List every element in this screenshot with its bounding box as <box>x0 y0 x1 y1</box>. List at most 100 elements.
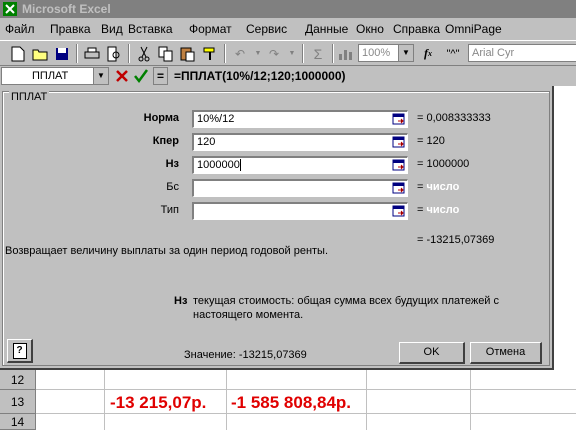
redo-icon[interactable]: ↷ <box>264 44 284 63</box>
quote-button[interactable]: "^" <box>440 44 466 63</box>
menu-file[interactable]: Файл <box>5 22 35 36</box>
row-header-14[interactable]: 14 <box>0 414 36 430</box>
font-select[interactable]: Arial Cyr <box>468 44 576 62</box>
row-header-12[interactable]: 12 <box>0 370 36 390</box>
toolbar-separator <box>332 44 334 63</box>
formula-result: = -13215,07369 <box>417 234 495 246</box>
pv-input[interactable]: 1000000 <box>192 156 408 174</box>
chevron-down-icon[interactable]: ▼ <box>93 68 108 84</box>
open-folder-icon[interactable] <box>30 44 50 63</box>
fv-input[interactable] <box>192 179 408 197</box>
edit-formula-button[interactable]: = <box>153 67 168 85</box>
arg-label-pv: Нз <box>165 158 179 170</box>
excel-app-icon <box>3 2 17 16</box>
function-arguments-dialog: ППЛАТ Норма 10%/12 = 0,008333333 Кпер 12… <box>0 86 554 370</box>
formula-bar: ППЛАТ ▼ = =ППЛАТ(10%/12;120;1000000) <box>0 66 576 86</box>
new-document-icon[interactable] <box>8 44 28 63</box>
menu-format[interactable]: Формат <box>189 22 232 36</box>
menu-edit[interactable]: Правка <box>50 22 91 36</box>
function-wizard-icon[interactable]: fx <box>418 44 438 63</box>
gridline <box>470 370 471 430</box>
function-description: Возвращает величину выплаты за один пери… <box>5 245 329 257</box>
fv-result: = число <box>417 181 459 193</box>
cancel-button[interactable]: Отмена <box>470 342 542 364</box>
rate-result: = 0,008333333 <box>417 112 491 124</box>
menu-data[interactable]: Данные <box>305 22 348 36</box>
nper-value: 120 <box>197 136 216 148</box>
arg-label-nper: Кпер <box>152 135 179 147</box>
pv-value: 1000000 <box>197 159 240 171</box>
formula-value-label: Значение: -13215,07369 <box>184 349 307 361</box>
arg-label-type: Тип <box>160 204 179 216</box>
type-input[interactable] <box>192 202 408 220</box>
menu-help[interactable]: Справка <box>393 22 440 36</box>
menu-bar: Файл Правка Вид Вставка Формат Сервис Да… <box>0 18 576 40</box>
print-icon[interactable] <box>82 44 102 63</box>
fv-result-word: число <box>426 181 460 193</box>
fv-result-eq: = <box>417 181 424 193</box>
gridline <box>104 370 105 430</box>
rate-value: 10%/12 <box>197 113 235 125</box>
type-result-eq: = <box>417 204 424 216</box>
ok-button[interactable]: OK <box>399 342 465 364</box>
arg-help-text-line1: текущая стоимость: общая сумма всех буду… <box>193 295 500 307</box>
collapse-dialog-icon[interactable] <box>392 136 406 149</box>
collapse-dialog-icon[interactable] <box>392 159 406 172</box>
toolbar-separator <box>128 44 130 63</box>
undo-icon[interactable]: ↶ <box>230 44 250 63</box>
collapse-dialog-icon[interactable] <box>392 182 406 195</box>
arg-help-text-line2: настоящего момента. <box>193 309 304 321</box>
help-icon: ? <box>12 343 27 359</box>
nper-input[interactable]: 120 <box>192 133 408 151</box>
arg-label-fv: Бс <box>166 181 179 193</box>
font-value: Arial Cyr <box>472 47 515 59</box>
worksheet: 12 13 14 -13 215,07р. -1 585 808,84р. <box>0 370 576 430</box>
arguments-group: ППЛАТ Норма 10%/12 = 0,008333333 Кпер 12… <box>2 91 550 366</box>
copy-icon[interactable] <box>156 44 176 63</box>
collapse-dialog-icon[interactable] <box>392 205 406 218</box>
window-title: Microsoft Excel <box>22 2 111 16</box>
cut-icon[interactable] <box>134 44 154 63</box>
chart-wizard-icon[interactable] <box>336 44 356 63</box>
type-result: = число <box>417 204 459 216</box>
cell-c13[interactable]: -1 585 808,84р. <box>231 393 351 413</box>
type-result-word: число <box>426 204 460 216</box>
autosum-icon[interactable]: Σ <box>308 44 328 63</box>
gridline <box>226 370 227 430</box>
save-icon[interactable] <box>52 44 72 63</box>
toolbar-separator <box>224 44 226 63</box>
menu-tools[interactable]: Сервис <box>246 22 287 36</box>
format-painter-icon[interactable] <box>200 44 220 63</box>
arg-help-name: Нз <box>174 295 188 307</box>
menu-view[interactable]: Вид <box>101 22 123 36</box>
arg-label-rate: Норма <box>143 112 179 124</box>
standard-toolbar: ↶ ▼ ↷ ▼ Σ 100% ▼ fx "^" Arial Cyr <box>0 40 576 66</box>
row-header-13[interactable]: 13 <box>0 390 36 414</box>
name-box-value: ППЛАТ <box>32 70 69 82</box>
rate-input[interactable]: 10%/12 <box>192 110 408 128</box>
sheet-area-behind-dialog <box>554 86 576 370</box>
name-box[interactable]: ППЛАТ ▼ <box>1 67 109 85</box>
redo-dropdown-icon[interactable]: ▼ <box>282 44 302 63</box>
help-button[interactable]: ? <box>7 339 33 363</box>
formula-text[interactable]: =ППЛАТ(10%/12;120;1000000) <box>174 69 346 83</box>
confirm-formula-icon[interactable] <box>133 68 149 84</box>
collapse-dialog-icon[interactable] <box>392 113 406 126</box>
paste-icon[interactable] <box>178 44 198 63</box>
menu-window[interactable]: Окно <box>356 22 384 36</box>
nper-result: = 120 <box>417 135 445 147</box>
cell-b13[interactable]: -13 215,07р. <box>110 393 206 413</box>
menu-insert[interactable]: Вставка <box>128 22 173 36</box>
chevron-down-icon[interactable]: ▼ <box>398 45 413 61</box>
group-title: ППЛАТ <box>9 91 50 103</box>
gridline <box>366 370 367 430</box>
menu-omnipage[interactable]: OmniPage <box>445 22 502 36</box>
zoom-value: 100% <box>362 47 391 59</box>
toolbar-separator <box>76 44 78 63</box>
gridline <box>36 413 576 414</box>
title-bar: Microsoft Excel <box>0 0 576 18</box>
text-cursor <box>239 159 241 172</box>
cancel-formula-icon[interactable] <box>114 68 130 84</box>
print-preview-icon[interactable] <box>104 44 124 63</box>
zoom-select[interactable]: 100% ▼ <box>358 44 414 62</box>
